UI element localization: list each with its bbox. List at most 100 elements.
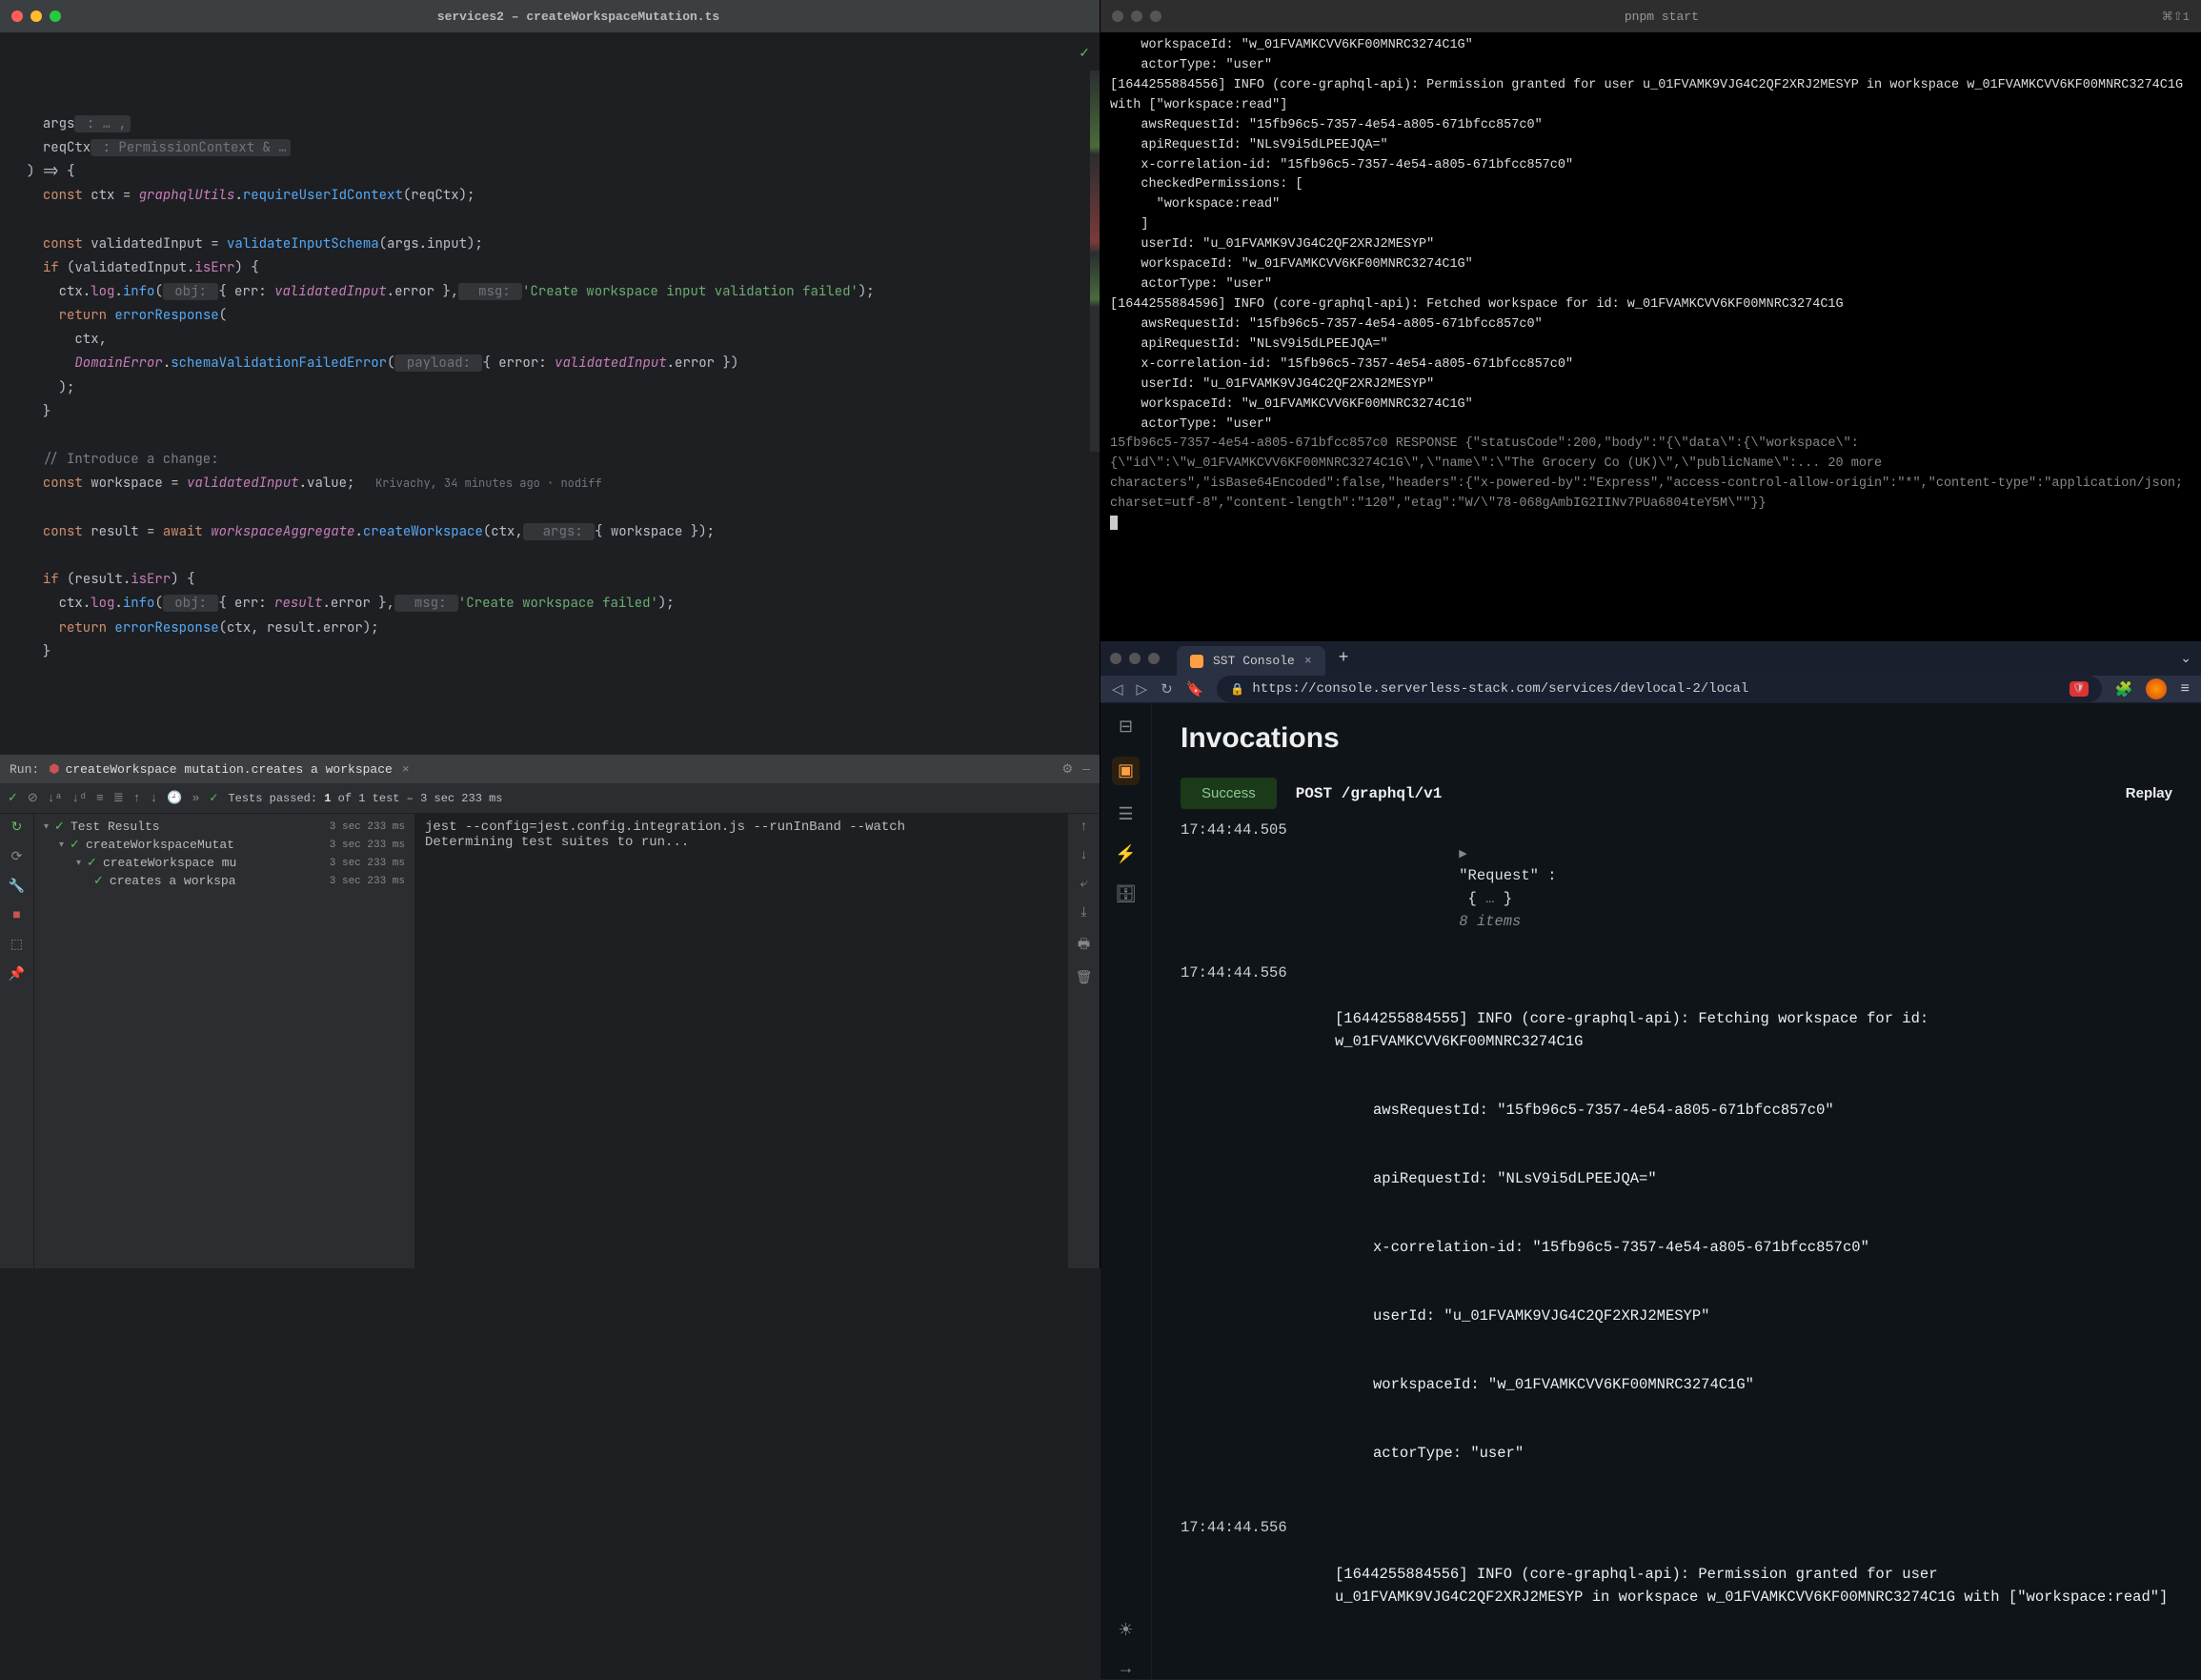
sidebar-item-stacks-icon[interactable]: ☰ bbox=[1118, 804, 1133, 825]
tab-title: SST Console bbox=[1213, 654, 1295, 668]
browser-tabstrip: SST Console × + ⌄ bbox=[1100, 641, 2201, 676]
ide-titlebar: services2 – createWorkspaceMutation.ts bbox=[0, 0, 1100, 32]
window-minimize-icon[interactable] bbox=[1129, 653, 1141, 664]
window-maximize-icon[interactable] bbox=[1148, 653, 1160, 664]
sidebar-item-exit-icon[interactable]: → bbox=[1121, 1660, 1131, 1679]
window-close-icon[interactable] bbox=[1110, 653, 1121, 664]
run-left-gutter: ↻ ⟳ 🔧 ■ ⬚ 📌 bbox=[0, 814, 34, 1268]
brave-shield-icon[interactable]: 🛡 bbox=[2070, 681, 2089, 697]
window-minimize-icon[interactable] bbox=[1131, 10, 1142, 22]
lock-icon: 🔒 bbox=[1230, 682, 1244, 697]
invocation-row[interactable]: 17:44:44.556 [1644255884555] INFO (core-… bbox=[1181, 961, 2172, 1510]
sidebar-item-functions-icon[interactable]: ⚡ bbox=[1115, 844, 1136, 865]
test-status-text: Tests passed: 1 of 1 test – 3 sec 233 ms bbox=[228, 792, 502, 805]
replay-button[interactable]: Replay bbox=[2126, 785, 2172, 801]
pin-icon[interactable]: 📌 bbox=[9, 966, 25, 982]
expand-icon[interactable]: ▶ bbox=[1459, 849, 1466, 860]
show-passed-icon[interactable]: ✓ bbox=[8, 791, 18, 805]
menu-icon[interactable]: ≡ bbox=[2180, 680, 2190, 698]
tree-leaf[interactable]: ✓ creates a workspa 3 sec 233 ms bbox=[40, 872, 409, 890]
terminal-output[interactable]: workspaceId: "w_01FVAMKCVV6KF00MNRC3274C… bbox=[1100, 32, 2201, 639]
test-tree[interactable]: ▾✓ Test Results 3 sec 233 ms ▾✓ createWo… bbox=[34, 814, 415, 1268]
terminal-shortcut: ⌘⇧1 bbox=[2162, 10, 2190, 24]
tree-root[interactable]: ▾✓ Test Results 3 sec 233 ms bbox=[40, 818, 409, 836]
scroll-end-icon[interactable]: ⤓ bbox=[1080, 905, 1086, 921]
terminal-titlebar: pnpm start ⌘⇧1 bbox=[1100, 0, 2201, 32]
test-console[interactable]: jest --config=jest.config.integration.js… bbox=[415, 814, 1067, 1268]
ide-title: services2 – createWorkspaceMutation.ts bbox=[69, 10, 1088, 24]
invocation-row[interactable]: 17:44:44.505 ▶ "Request" : { … } 8 items bbox=[1181, 819, 2172, 956]
bookmark-icon[interactable]: 🔖 bbox=[1186, 680, 1204, 698]
tree-node[interactable]: ▾✓ createWorkspace mu 3 sec 233 ms bbox=[40, 854, 409, 872]
sidebar-item-theme-icon[interactable]: ☀ bbox=[1118, 1620, 1133, 1641]
layout-icon[interactable]: ⬚ bbox=[10, 937, 23, 953]
tree-node[interactable]: ▾✓ createWorkspaceMutat 3 sec 233 ms bbox=[40, 836, 409, 854]
window-minimize-icon[interactable] bbox=[30, 10, 42, 22]
browser-toolbar: ◁ ▷ ↻ 🔖 🔒 https://console.serverless-sta… bbox=[1100, 676, 2201, 703]
git-blame-annotation: Krivachy, 34 minutes ago · nodiff bbox=[354, 476, 601, 491]
sidebar-item-archive-icon[interactable]: 🗄 bbox=[1115, 884, 1137, 905]
window-maximize-icon[interactable] bbox=[50, 10, 61, 22]
close-tab-icon[interactable]: × bbox=[1304, 654, 1312, 668]
run-label: Run: bbox=[10, 762, 39, 777]
prev-icon[interactable]: ↑ bbox=[133, 791, 141, 805]
toggle-autotest-icon[interactable]: 🔧 bbox=[9, 879, 25, 895]
back-icon[interactable]: ◁ bbox=[1112, 680, 1123, 698]
inspection-ok-icon: ✓ bbox=[1079, 42, 1090, 66]
test-run-panel: Run: ⬢ createWorkspace mutation.creates … bbox=[0, 754, 1100, 1268]
history-icon[interactable]: 🕘 bbox=[167, 791, 182, 805]
browser-tab[interactable]: SST Console × bbox=[1177, 646, 1325, 676]
forward-icon[interactable]: ▷ bbox=[1137, 680, 1148, 698]
more-icon[interactable]: » bbox=[192, 791, 200, 805]
run-header: Run: ⬢ createWorkspace mutation.creates … bbox=[0, 755, 1100, 783]
sidebar-item-local-icon[interactable]: ▣ bbox=[1112, 757, 1140, 785]
address-bar[interactable]: 🔒 https://console.serverless-stack.com/s… bbox=[1217, 676, 2101, 702]
rerun-failed-icon[interactable]: ⟳ bbox=[11, 849, 23, 865]
status-badge: Success bbox=[1181, 778, 1277, 809]
terminal-cursor bbox=[1110, 516, 1118, 530]
close-icon[interactable]: × bbox=[402, 762, 410, 777]
window-close-icon[interactable] bbox=[1112, 10, 1123, 22]
sst-sidebar: ⊟ ▣ ☰ ⚡ 🗄 ☀ → bbox=[1100, 703, 1152, 1679]
code-editor[interactable]: ✓ args : … , reqCtx : PermissionContext … bbox=[0, 32, 1100, 754]
run-config-name[interactable]: ⬢ createWorkspace mutation.creates a wor… bbox=[49, 762, 393, 777]
rerun-icon[interactable]: ↻ bbox=[11, 820, 23, 836]
print-icon[interactable]: 🖶 bbox=[1078, 934, 1090, 957]
page-title: Invocations bbox=[1181, 722, 2172, 755]
next-icon[interactable]: ↓ bbox=[151, 791, 158, 805]
run-toolbar: ✓ ⊘ ↓ᵃ ↓ᵈ ≡ ≣ ↑ ↓ 🕘 » ✓ Tests passed: 1 … bbox=[0, 783, 1100, 814]
sidebar-item-home-icon[interactable]: ⊟ bbox=[1119, 717, 1133, 738]
minimap[interactable] bbox=[1090, 71, 1100, 452]
browser-window: SST Console × + ⌄ ◁ ▷ ↻ 🔖 🔒 https://cons… bbox=[1100, 639, 2201, 1268]
show-ignored-icon[interactable]: ⊘ bbox=[28, 791, 38, 805]
soft-wrap-icon[interactable]: ⤶ bbox=[1080, 877, 1088, 892]
ide-window: services2 – createWorkspaceMutation.ts ✓… bbox=[0, 0, 1100, 1268]
trash-icon[interactable]: 🗑 bbox=[1076, 970, 1093, 986]
avatar[interactable] bbox=[2146, 678, 2167, 699]
extensions-icon[interactable]: 🧩 bbox=[2115, 680, 2133, 698]
gear-icon[interactable]: ⚙ bbox=[1062, 762, 1074, 777]
stop-icon[interactable]: ■ bbox=[12, 908, 20, 923]
collapse-icon[interactable]: ≣ bbox=[113, 791, 124, 805]
window-maximize-icon[interactable] bbox=[1150, 10, 1161, 22]
expand-icon[interactable]: ≡ bbox=[96, 791, 104, 805]
timestamp: 17:44:44.505 bbox=[1181, 819, 1314, 956]
tab-list-icon[interactable]: ⌄ bbox=[2180, 651, 2191, 667]
run-right-gutter: ↑ ↓ ⤶ ⤓ 🖶 🗑 bbox=[1067, 814, 1100, 1268]
sst-main: Invocations Success POST /graphql/v1 Rep… bbox=[1152, 703, 2201, 1679]
timestamp: 17:44:44.556 bbox=[1181, 961, 1314, 1510]
reload-icon[interactable]: ↻ bbox=[1161, 680, 1173, 698]
request-method: POST /graphql/v1 bbox=[1296, 785, 1443, 802]
timestamp: 17:44:44.556 bbox=[1181, 1516, 1314, 1653]
scroll-up-icon[interactable]: ↑ bbox=[1080, 820, 1087, 835]
invocation-row[interactable]: 17:44:44.556 [1644255884556] INFO (core-… bbox=[1181, 1516, 2172, 1653]
new-tab-button[interactable]: + bbox=[1331, 641, 1357, 676]
sst-favicon-icon bbox=[1190, 655, 1203, 668]
url-text: https://console.serverless-stack.com/ser… bbox=[1252, 681, 1748, 697]
sort-a-icon[interactable]: ↓ᵃ bbox=[48, 791, 63, 805]
scroll-down-icon[interactable]: ↓ bbox=[1080, 848, 1087, 863]
minimize-panel-icon[interactable]: — bbox=[1082, 762, 1090, 777]
window-close-icon[interactable] bbox=[11, 10, 23, 22]
sort-d-icon[interactable]: ↓ᵈ bbox=[71, 791, 87, 805]
terminal-title: pnpm start bbox=[1169, 10, 2154, 24]
